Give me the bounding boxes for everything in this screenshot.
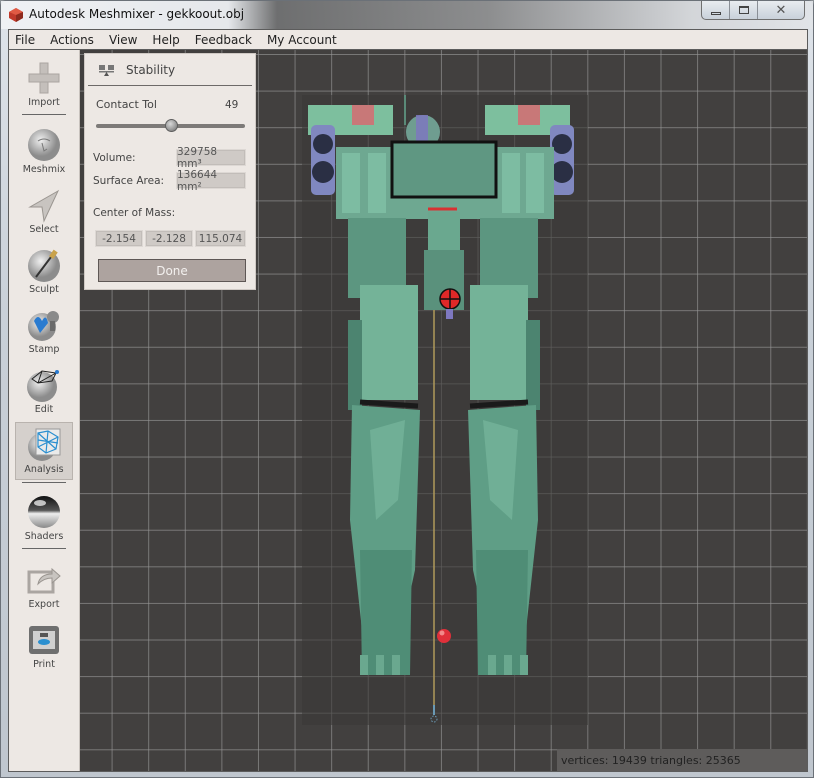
com-x-value: -2.154: [95, 230, 143, 247]
panel-header: Stability: [88, 54, 252, 86]
tool-edit-label: Edit: [34, 404, 54, 415]
tool-select[interactable]: Select: [15, 183, 73, 241]
contact-tol-slider[interactable]: [96, 119, 245, 132]
tool-export-label: Export: [28, 599, 60, 610]
tool-sculpt-label: Sculpt: [29, 284, 59, 295]
right-toe-1: [488, 655, 496, 675]
tool-export[interactable]: Export: [15, 558, 73, 616]
right-thigh: [470, 285, 528, 400]
ground-com-highlight: [439, 630, 445, 636]
analysis-mesh-icon: [28, 428, 61, 461]
mesh-stats-status: vertices: 19439 triangles: 25365: [557, 749, 807, 771]
wireframe-sphere-icon: [27, 370, 59, 402]
done-button[interactable]: Done: [98, 259, 246, 282]
plus-icon: [28, 62, 60, 94]
left-toe-2: [376, 655, 384, 675]
com-stem: [446, 309, 453, 319]
toolbar-divider: [22, 548, 66, 549]
tool-import[interactable]: Import: [15, 56, 73, 114]
left-thigh: [360, 285, 418, 400]
minimize-icon: [710, 11, 721, 15]
tool-meshmix-label: Meshmix: [22, 164, 66, 175]
volume-value: 329758 mm³: [176, 146, 246, 170]
left-arm-block: [342, 153, 360, 213]
meshmixer-logo-icon: [9, 8, 23, 22]
menu-view[interactable]: View: [109, 33, 145, 47]
waist: [428, 212, 460, 252]
title-bar[interactable]: Autodesk Meshmixer - gekkoout.obj ✕: [1, 1, 813, 29]
tool-stamp-label: Stamp: [28, 344, 60, 355]
window-controls: ✕: [701, 1, 805, 20]
left-toe-1: [360, 655, 368, 675]
maximize-icon: [738, 6, 749, 14]
left-arm-block-2: [368, 153, 386, 213]
export-icon: [27, 567, 61, 594]
surface-area-label: Surface Area:: [93, 175, 165, 187]
center-of-mass-label: Center of Mass:: [93, 207, 176, 219]
tool-shaders[interactable]: Shaders: [15, 490, 73, 548]
ground-com-ball: [437, 629, 451, 643]
tool-print-label: Print: [33, 659, 55, 670]
tool-shaders-label: Shaders: [24, 531, 64, 542]
tool-analysis-label: Analysis: [24, 464, 64, 475]
right-shoulder-accent: [518, 105, 540, 125]
com-y-value: -2.128: [145, 230, 193, 247]
stamp-icon: [28, 311, 59, 341]
right-toe-2: [504, 655, 512, 675]
tool-sculpt[interactable]: Sculpt: [15, 243, 73, 301]
right-thigh-side: [526, 320, 540, 410]
client-area: vertices: 19439 triangles: 25365 Import …: [8, 50, 808, 772]
menu-file[interactable]: File: [15, 33, 43, 47]
volume-label: Volume:: [93, 152, 136, 164]
chrome-sphere-icon: [28, 496, 60, 528]
slider-thumb[interactable]: [164, 119, 178, 132]
left-pod-barrel-1: [313, 134, 333, 154]
torso-core: [390, 140, 498, 199]
surface-area-value: 136644 mm²: [176, 169, 246, 193]
toolbar-divider: [22, 482, 66, 483]
left-thigh-side: [348, 320, 362, 410]
com-z-value: 115.074: [195, 230, 246, 247]
right-arm-block-2: [526, 153, 544, 213]
app-window: Autodesk Meshmixer - gekkoout.obj ✕ File…: [0, 0, 814, 778]
menu-feedback[interactable]: Feedback: [195, 33, 260, 47]
close-icon: ✕: [775, 2, 787, 18]
stability-panel: Stability Contact Tol 49 Volume: 329758 …: [84, 53, 256, 290]
right-arm-block: [502, 153, 520, 213]
tool-meshmix[interactable]: Meshmix: [15, 123, 73, 181]
left-toe-3: [392, 655, 400, 675]
right-pod-barrel-2: [551, 161, 573, 183]
contact-tol-value: 49: [225, 99, 239, 111]
minimize-button[interactable]: [702, 1, 730, 19]
menu-help[interactable]: Help: [152, 33, 187, 47]
right-toe-3: [520, 655, 528, 675]
stability-icon: [99, 64, 114, 76]
left-toolbar: Import Meshmix Select Sculpt Stamp Edit …: [9, 50, 80, 771]
left-shoulder-accent: [352, 105, 374, 125]
brush-sphere-icon: [28, 249, 60, 282]
tool-import-label: Import: [28, 97, 60, 108]
left-pod-barrel-2: [312, 161, 334, 183]
close-button[interactable]: ✕: [758, 1, 804, 19]
arrow-cursor-icon: [28, 189, 60, 223]
contact-tol-label: Contact Tol: [96, 98, 157, 111]
printer-icon: [29, 626, 59, 654]
tool-select-label: Select: [29, 224, 59, 235]
face-sphere-icon: [28, 129, 60, 161]
window-title: Autodesk Meshmixer - gekkoout.obj: [29, 7, 245, 21]
tool-analysis[interactable]: Analysis: [15, 422, 73, 480]
menu-my-account[interactable]: My Account: [267, 33, 345, 47]
tool-stamp[interactable]: Stamp: [15, 303, 73, 361]
maximize-button[interactable]: [730, 1, 758, 19]
tool-print[interactable]: Print: [15, 618, 73, 676]
menu-bar: File Actions View Help Feedback My Accou…: [8, 29, 808, 50]
panel-title: Stability: [126, 62, 176, 77]
right-pod-barrel-1: [552, 134, 572, 154]
menu-actions[interactable]: Actions: [50, 33, 102, 47]
toolbar-divider: [22, 114, 66, 115]
tool-edit[interactable]: Edit: [15, 363, 73, 421]
